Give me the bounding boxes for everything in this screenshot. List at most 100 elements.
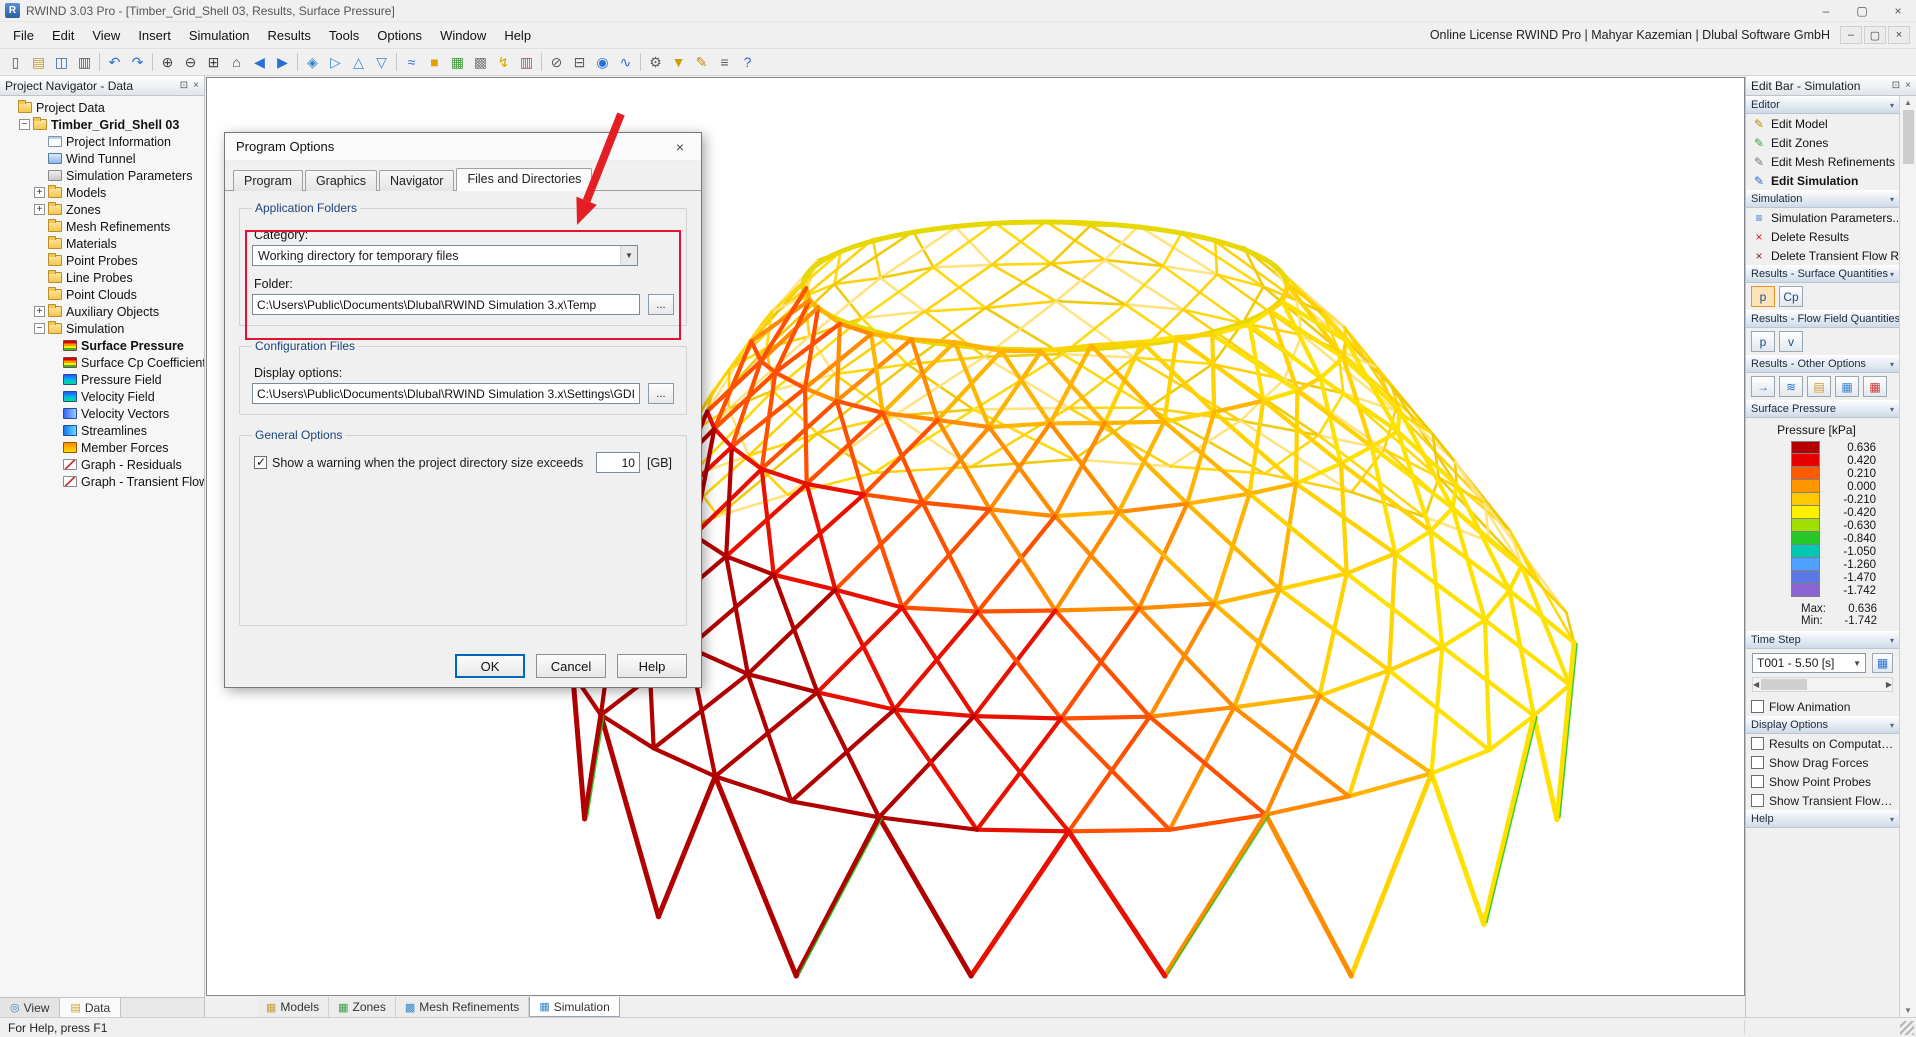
menu-results[interactable]: Results	[259, 24, 320, 47]
menu-edit[interactable]: Edit	[43, 24, 83, 47]
section-header-other-options[interactable]: Results - Other Options ▾	[1746, 355, 1899, 373]
flow-quantity-v-button[interactable]: v	[1779, 331, 1803, 352]
editbar-item-edit-simulation[interactable]: ✎Edit Simulation	[1746, 171, 1899, 190]
section-header-display-options[interactable]: Display Options ▾	[1746, 716, 1899, 734]
section-header-editor[interactable]: Editor ▾	[1746, 96, 1899, 114]
folder-input[interactable]	[252, 294, 640, 315]
tree-item-streamlines[interactable]: Streamlines	[0, 422, 204, 439]
section-header-flow-field-quantities[interactable]: Results - Flow Field Quantities ▾	[1746, 310, 1899, 328]
cancel-button[interactable]: Cancel	[536, 654, 606, 678]
help-button[interactable]: Help	[617, 654, 687, 678]
help-icon[interactable]: ?	[736, 51, 759, 74]
transient-chart-button[interactable]: ▦	[1872, 653, 1893, 673]
editbar-item-edit-model[interactable]: ✎Edit Model	[1746, 114, 1899, 133]
tree-item-line-probes[interactable]: Line Probes	[0, 269, 204, 286]
tree-item-point-probes[interactable]: Point Probes	[0, 252, 204, 269]
menu-options[interactable]: Options	[368, 24, 431, 47]
navigator-tab-data[interactable]: ▤Data	[60, 998, 121, 1017]
mdi-close-icon[interactable]: ×	[1888, 26, 1910, 44]
menu-insert[interactable]: Insert	[129, 24, 180, 47]
tree-item-simulation[interactable]: −Simulation	[0, 320, 204, 337]
result-table-icon[interactable]: ▦	[1835, 376, 1859, 397]
tree-item-velocity-field[interactable]: Velocity Field	[0, 388, 204, 405]
display-option-show-transient-flow-extre[interactable]: Show Transient Flow Extre...	[1746, 791, 1899, 810]
flow-animation-checkbox[interactable]	[1751, 700, 1764, 713]
viewport-tab-mesh-refinements[interactable]: ▩Mesh Refinements	[396, 997, 529, 1017]
zoom-window-icon[interactable]: ⊞	[202, 51, 225, 74]
time-step-slider[interactable]: ◀ ▶	[1752, 677, 1893, 692]
save-icon[interactable]: ◫	[50, 51, 73, 74]
edit-icon[interactable]: ✎	[690, 51, 713, 74]
zones-icon[interactable]: ▦	[446, 51, 469, 74]
editbar-item-simulation-parameters[interactable]: ≡Simulation Parameters...	[1746, 208, 1899, 227]
surface-quantity-p-button[interactable]: p	[1751, 286, 1775, 307]
tree-item-timber-grid-shell-03[interactable]: −Timber_Grid_Shell 03	[0, 116, 204, 133]
display-option-show-drag-forces[interactable]: Show Drag Forces	[1746, 753, 1899, 772]
filter-icon[interactable]: ▼	[667, 51, 690, 74]
folder-browse-button[interactable]: ...	[648, 294, 674, 315]
viewport-tab-simulation[interactable]: ▦Simulation	[529, 997, 619, 1017]
resize-grip[interactable]	[1900, 1021, 1914, 1035]
mdi-restore-icon[interactable]: ▢	[1864, 26, 1886, 44]
point-probe-icon[interactable]: ◉	[591, 51, 614, 74]
tree-item-models[interactable]: +Models	[0, 184, 204, 201]
warning-size-input[interactable]	[596, 452, 640, 473]
display-options-input[interactable]	[252, 383, 640, 404]
start-simulation-icon[interactable]: ↯	[492, 51, 515, 74]
result-isobands-icon[interactable]: ▤	[1807, 376, 1831, 397]
close-icon[interactable]: ×	[1905, 80, 1911, 91]
menu-window[interactable]: Window	[431, 24, 495, 47]
category-select[interactable]: Working directory for temporary files ▼	[252, 245, 638, 266]
time-step-select[interactable]: T001 - 5.50 [s] ▼	[1752, 653, 1866, 673]
scroll-left-icon[interactable]: ◀	[1753, 680, 1759, 689]
checkbox[interactable]	[1751, 737, 1764, 750]
zoom-all-icon[interactable]: ⌂	[225, 51, 248, 74]
editbar-item-edit-mesh-refinements[interactable]: ✎Edit Mesh Refinements	[1746, 152, 1899, 171]
section-header-surface-quantities[interactable]: Results - Surface Quantities ▾	[1746, 265, 1899, 283]
dialog-tab-graphics[interactable]: Graphics	[305, 170, 377, 191]
section-icon[interactable]: ⊟	[568, 51, 591, 74]
model-icon[interactable]: ■	[423, 51, 446, 74]
tree-item-simulation-parameters[interactable]: Simulation Parameters	[0, 167, 204, 184]
section-header-surface-pressure[interactable]: Surface Pressure ▾	[1746, 400, 1899, 418]
menu-simulation[interactable]: Simulation	[180, 24, 259, 47]
view-in-x-icon[interactable]: ▷	[324, 51, 347, 74]
tree-item-materials[interactable]: Materials	[0, 235, 204, 252]
tree-item-surface-cp-coefficient[interactable]: Surface Cp Coefficient	[0, 354, 204, 371]
tree-item-graph-residuals[interactable]: Graph - Residuals	[0, 456, 204, 473]
tree-item-project-data[interactable]: Project Data	[0, 99, 204, 116]
display-option-show-point-probes[interactable]: Show Point Probes	[1746, 772, 1899, 791]
checkbox[interactable]	[1751, 775, 1764, 788]
menu-file[interactable]: File	[4, 24, 43, 47]
menu-help[interactable]: Help	[495, 24, 540, 47]
redo-icon[interactable]: ↷	[126, 51, 149, 74]
wind-tunnel-icon[interactable]: ≈	[400, 51, 423, 74]
collapse-icon[interactable]: −	[34, 323, 45, 334]
menu-tools[interactable]: Tools	[320, 24, 368, 47]
expand-icon[interactable]: +	[34, 306, 45, 317]
tree-item-zones[interactable]: +Zones	[0, 201, 204, 218]
next-view-icon[interactable]: ▶	[271, 51, 294, 74]
tree-item-surface-pressure[interactable]: Surface Pressure	[0, 337, 204, 354]
collapse-icon[interactable]: −	[19, 119, 30, 130]
display-properties-icon[interactable]: ≡	[713, 51, 736, 74]
dialog-tab-files-and-directories[interactable]: Files and Directories	[456, 168, 592, 191]
viewport-tab-zones[interactable]: ▦Zones	[329, 997, 396, 1017]
new-project-icon[interactable]: ▯	[4, 51, 27, 74]
scroll-right-icon[interactable]: ▶	[1886, 680, 1892, 689]
scroll-down-icon[interactable]: ▼	[1904, 1006, 1912, 1015]
result-extremes-icon[interactable]: ▦	[1863, 376, 1887, 397]
menu-view[interactable]: View	[83, 24, 129, 47]
streamline-icon[interactable]: ∿	[614, 51, 637, 74]
result-values-icon[interactable]: →	[1751, 376, 1775, 397]
warning-checkbox[interactable]	[254, 456, 267, 469]
undo-icon[interactable]: ↶	[103, 51, 126, 74]
tree-item-member-forces[interactable]: Member Forces	[0, 439, 204, 456]
checkbox[interactable]	[1751, 756, 1764, 769]
scroll-up-icon[interactable]: ▲	[1904, 98, 1912, 107]
view-in-y-icon[interactable]: △	[347, 51, 370, 74]
result-layers-icon[interactable]: ≋	[1779, 376, 1803, 397]
flow-quantity-p-button[interactable]: p	[1751, 331, 1775, 352]
edit-bar-scrollbar[interactable]: ▲ ▼	[1899, 96, 1916, 1017]
expand-icon[interactable]: +	[34, 187, 45, 198]
